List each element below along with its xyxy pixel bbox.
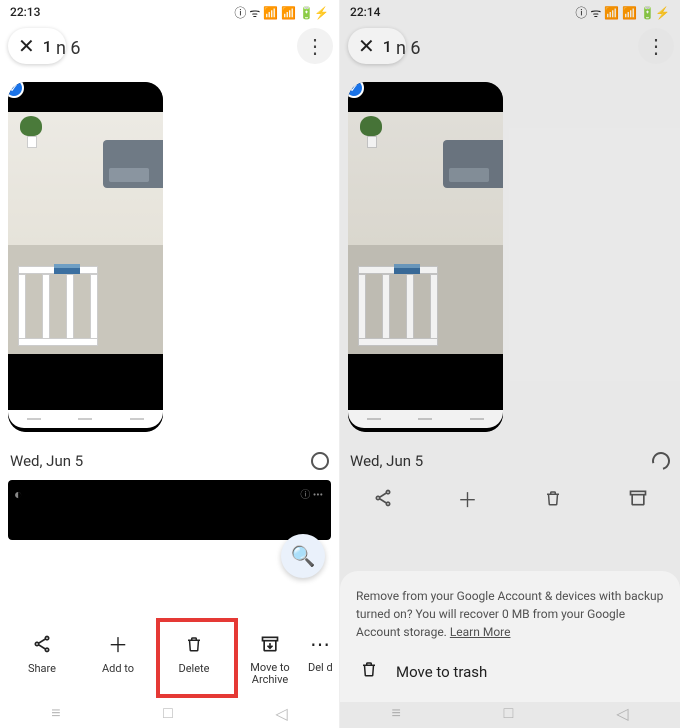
nav-back-icon[interactable]: ◁	[616, 704, 628, 723]
more-vert-icon	[305, 34, 325, 58]
archive-icon	[626, 486, 650, 510]
photo-grid: ✓	[340, 74, 680, 440]
close-icon[interactable]: ✕	[18, 36, 35, 56]
date-label: Wed, Jun 5	[350, 452, 423, 470]
photo-content	[348, 112, 503, 354]
date-label: Wed, Jun 5	[10, 452, 83, 470]
status-bar: 22:13 ⓘ ᯤ 📶 📶 🔋⚡	[0, 0, 339, 22]
selection-count: 1	[383, 37, 392, 56]
selection-header: ✕ 1	[0, 22, 339, 74]
add-to-label: Add to	[102, 662, 134, 675]
date-row: Wed, Jun 5	[340, 440, 680, 476]
close-icon[interactable]: ✕	[358, 36, 375, 56]
plus-icon: ＋	[106, 632, 130, 656]
nav-home-icon[interactable]: □	[163, 703, 173, 723]
date-row: Wed, Jun 5	[0, 440, 339, 476]
photo-grid: ✓	[0, 74, 339, 440]
screen-right: 22:14 ⓘ ᯤ 📶 📶 🔋⚡ n 6 ✕ 1 ✓	[340, 0, 680, 728]
action-overflow-partial[interactable]: ⋯ Del d	[308, 632, 344, 686]
select-all-circle-icon[interactable]	[311, 452, 329, 470]
bottom-action-sheet: Share ＋ Add to Delete Move to Archive ⋯ …	[0, 620, 339, 694]
status-icons: ⓘ ᯤ 📶 📶 🔋⚡	[234, 4, 329, 21]
trash-icon	[182, 632, 206, 656]
selection-count: 1	[43, 37, 52, 56]
more-vert-icon	[646, 34, 666, 58]
overflow-button[interactable]	[297, 28, 333, 64]
status-icons: ⓘ ᯤ 📶 📶 🔋⚡	[575, 4, 670, 21]
photo-thumbnail-2[interactable]: ◐ⓘ •••	[8, 480, 331, 540]
status-time: 22:13	[10, 5, 40, 19]
photo-content	[8, 112, 163, 354]
partial-label: Del d	[308, 662, 333, 674]
move-to-label: Move to Archive	[232, 662, 308, 686]
archive-icon	[258, 632, 282, 656]
confirm-text: Remove from your Google Account & device…	[356, 587, 664, 641]
nav-menu-icon[interactable]: ≡	[391, 703, 400, 723]
trash-icon	[541, 486, 565, 510]
partial-icon: ⋯	[308, 632, 332, 656]
nav-menu-icon[interactable]: ≡	[51, 703, 60, 723]
add-to-button[interactable]: ＋ Add to	[80, 632, 156, 686]
delete-confirm-sheet: Remove from your Google Account & device…	[340, 571, 680, 702]
trash-icon	[360, 659, 378, 684]
system-nav: ≡ □ ◁	[0, 698, 339, 728]
move-to-trash-button[interactable]: Move to trash	[356, 641, 664, 690]
header-date-partial: n 6	[56, 38, 81, 59]
header-date-partial: n 6	[396, 38, 421, 59]
move-to-trash-label: Move to trash	[396, 663, 487, 681]
zoom-fab[interactable]: 🔍	[281, 534, 325, 578]
selection-header: ✕ 1	[340, 22, 680, 74]
learn-more-link[interactable]: Learn More	[450, 625, 511, 639]
magnifier-icon: 🔍	[291, 544, 316, 568]
plus-icon: ＋	[456, 486, 480, 510]
overflow-button[interactable]	[638, 28, 674, 64]
status-bar: 22:14 ⓘ ᯤ 📶 📶 🔋⚡	[340, 0, 680, 22]
action-row-dimmed: ＋	[340, 478, 680, 518]
system-nav: ≡ □ ◁	[340, 698, 680, 728]
share-icon	[371, 486, 395, 510]
status-time: 22:14	[350, 5, 380, 19]
delete-label: Delete	[179, 662, 210, 675]
select-all-circle-icon[interactable]	[649, 449, 674, 474]
nav-home-icon[interactable]: □	[504, 703, 514, 723]
photo-thumbnail[interactable]: ✓	[8, 82, 163, 432]
photo-thumbnail[interactable]: ✓	[348, 82, 503, 432]
share-icon	[30, 632, 54, 656]
screen-left: 22:13 ⓘ ᯤ 📶 📶 🔋⚡ n 6 ✕ 1 ✓	[0, 0, 340, 728]
nav-back-icon[interactable]: ◁	[275, 704, 287, 723]
share-label: Share	[28, 662, 56, 675]
move-to-archive-button[interactable]: Move to Archive	[232, 632, 308, 686]
delete-button[interactable]: Delete	[156, 632, 232, 686]
share-button[interactable]: Share	[4, 632, 80, 686]
